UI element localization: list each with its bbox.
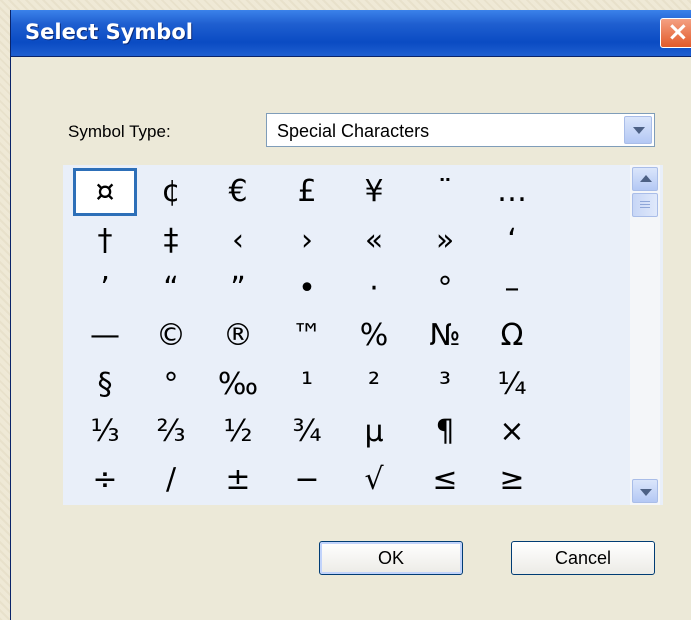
symbol-cell[interactable]: ¶	[413, 408, 477, 456]
close-button[interactable]: ×	[660, 17, 691, 48]
symbol-cell[interactable]: ’	[73, 265, 137, 313]
symbol-cell[interactable]: £	[275, 168, 339, 216]
symbol-cell[interactable]: ≥	[480, 456, 544, 504]
symbol-cell[interactable]: ¤	[73, 168, 137, 216]
symbol-type-label: Symbol Type:	[68, 122, 171, 141]
symbol-cell[interactable]: ‰	[206, 361, 270, 409]
symbol-cell[interactable]: ‘	[480, 217, 544, 265]
symbol-cell[interactable]: −	[275, 456, 339, 504]
symbol-cell[interactable]: ³	[413, 361, 477, 409]
vertical-scrollbar[interactable]	[630, 165, 660, 505]
dialog-title: Select Symbol	[25, 20, 193, 44]
symbol-cell[interactable]: ⅔	[139, 408, 203, 456]
symbol-cell[interactable]: ∕	[139, 456, 203, 504]
symbol-cell[interactable]: ≤	[413, 456, 477, 504]
ok-button[interactable]: OK	[319, 541, 463, 575]
scroll-down-button[interactable]	[632, 479, 658, 503]
symbol-cell[interactable]: »	[413, 217, 477, 265]
symbol-cell[interactable]: •	[275, 265, 339, 313]
symbol-cell[interactable]: ¥	[342, 168, 406, 216]
symbol-cell[interactable]: «	[342, 217, 406, 265]
symbol-cell[interactable]: §	[73, 361, 137, 409]
symbol-cell[interactable]: —	[73, 312, 137, 360]
symbol-cell[interactable]: √	[342, 456, 406, 504]
chevron-down-icon[interactable]	[624, 116, 652, 144]
symbol-cell[interactable]: ®	[206, 312, 270, 360]
symbol-cell[interactable]: ¹	[275, 361, 339, 409]
symbol-cell[interactable]: °	[413, 265, 477, 313]
symbol-cell[interactable]: °	[139, 361, 203, 409]
symbol-cell[interactable]: ±	[206, 456, 270, 504]
symbol-cell[interactable]: ½	[206, 408, 270, 456]
scroll-up-button[interactable]	[632, 167, 658, 191]
title-bar[interactable]: Select Symbol ×	[11, 10, 691, 57]
symbol-type-value: Special Characters	[277, 121, 430, 141]
symbol-grid: ¤ ¢ € £ ¥ ¨… † ‡ ‹ › «» ‘’ “” • · ° – — © ® ™% № Ω § ° ‰ ¹ ² ³ ¼ ⅓ ⅔ ½ ¾ µ…	[63, 165, 627, 505]
symbol-cell[interactable]: –	[480, 265, 544, 313]
symbol-cell[interactable]: ›	[275, 217, 339, 265]
cancel-button[interactable]: Cancel	[511, 541, 655, 575]
symbol-cell[interactable]: %	[342, 312, 406, 360]
symbol-cell[interactable]: ™	[275, 312, 339, 360]
symbol-cell[interactable]: ”	[206, 265, 270, 313]
symbol-cell[interactable]: †	[73, 217, 137, 265]
close-icon: ×	[667, 17, 689, 47]
symbol-cell[interactable]: …	[480, 168, 544, 216]
scroll-thumb[interactable]	[632, 193, 658, 217]
symbol-cell[interactable]: ¼	[480, 361, 544, 409]
symbol-type-select[interactable]: Special Characters	[266, 113, 655, 147]
symbol-cell[interactable]: Ω	[480, 312, 544, 360]
symbol-cell[interactable]: “	[139, 265, 203, 313]
symbol-cell[interactable]: ×	[480, 408, 544, 456]
symbol-cell[interactable]: ¾	[275, 408, 339, 456]
symbol-cell[interactable]: €	[206, 168, 270, 216]
symbol-grid-container: ¤ ¢ € £ ¥ ¨… † ‡ ‹ › «» ‘’ “” • · ° – — © ® ™% № Ω § ° ‰ ¹ ² ³ ¼ ⅓ ⅔ ½ ¾ µ…	[63, 165, 663, 505]
symbol-cell[interactable]: ¢	[139, 168, 203, 216]
symbol-cell[interactable]: ©	[139, 312, 203, 360]
symbol-cell[interactable]: ·	[342, 265, 406, 313]
symbol-cell[interactable]: ‹	[206, 217, 270, 265]
symbol-cell[interactable]: ⅓	[73, 408, 137, 456]
symbol-cell[interactable]: ¨	[413, 168, 477, 216]
symbol-cell[interactable]: ²	[342, 361, 406, 409]
symbol-cell[interactable]: ‡	[139, 217, 203, 265]
symbol-cell[interactable]: ÷	[73, 456, 137, 504]
symbol-cell[interactable]: µ	[342, 408, 406, 456]
symbol-cell[interactable]: №	[413, 312, 477, 360]
